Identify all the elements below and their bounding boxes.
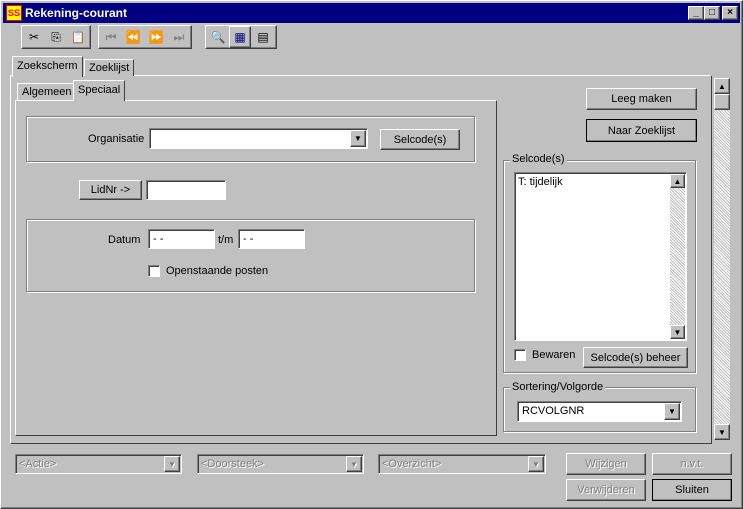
tab-algemeen-label: Algemeen	[22, 86, 72, 98]
openstaande-label: Openstaande posten	[166, 265, 269, 277]
sortering-group-label: Sortering/Volgorde	[510, 381, 606, 393]
selcode-beheer-button[interactable]: Selcode(s) beheer	[583, 347, 688, 368]
bewaren-checkbox[interactable]	[514, 349, 526, 361]
scroll-down-icon[interactable]: ▼	[670, 325, 685, 339]
overzicht-value: <Overzicht>	[382, 458, 442, 470]
chevron-down-icon[interactable]: ▼	[528, 456, 544, 472]
cut-icon[interactable]: ✂	[23, 26, 45, 48]
selcode-button[interactable]: Selcode(s)	[380, 129, 460, 150]
scroll-up-icon[interactable]: ▲	[714, 78, 730, 94]
organisatie-label: Organisatie	[88, 133, 145, 145]
tab-zoekscherm-label: Zoekscherm	[17, 60, 78, 72]
datum-to-value: - -	[243, 233, 254, 245]
copy-icon[interactable]: ⎘	[45, 26, 67, 48]
sortering-combo[interactable]: RCVOLGNR ▼	[517, 401, 682, 422]
wijzigen-button[interactable]: Wijzigen	[566, 453, 646, 475]
overzicht-combo[interactable]: <Overzicht> ▼	[378, 454, 546, 474]
app-icon: SS	[6, 5, 22, 21]
minimize-button[interactable]: _	[688, 6, 704, 20]
first-record-icon[interactable]: ⏮	[100, 26, 122, 48]
sluiten-button[interactable]: Sluiten	[652, 479, 732, 501]
maximize-button[interactable]: □	[704, 6, 720, 20]
naar-zoeklijst-button[interactable]: Naar Zoeklijst	[586, 119, 697, 142]
actie-combo[interactable]: <Actie> ▼	[15, 454, 182, 474]
form-view-icon[interactable]: ▤	[252, 26, 274, 48]
selcodes-listbox[interactable]: T: tijdelijk ▲ ▼	[514, 172, 687, 341]
chevron-down-icon[interactable]: ▼	[346, 456, 362, 472]
previous-record-icon[interactable]: ⏪	[122, 26, 144, 48]
organisatie-combo[interactable]: ▼	[149, 128, 368, 149]
search-icon[interactable]: 🔍	[207, 26, 229, 48]
doorsteek-value: <Doorsteek>	[201, 458, 264, 470]
grid-view-icon[interactable]: ▦	[229, 26, 251, 48]
doorsteek-combo[interactable]: <Doorsteek> ▼	[197, 454, 364, 474]
datum-to-input[interactable]: - -	[238, 229, 305, 249]
title-bar[interactable]: SS Rekening-courant _ □ ×	[3, 3, 740, 23]
lidnr-button[interactable]: LidNr ->	[79, 180, 142, 200]
tab-zoeklijst[interactable]: Zoeklijst	[84, 59, 135, 76]
chevron-down-icon[interactable]: ▼	[164, 456, 180, 472]
datum-from-input[interactable]: - -	[148, 229, 215, 249]
datum-tm-label: t/m	[218, 234, 234, 246]
scroll-thumb[interactable]	[714, 94, 730, 110]
datum-from-value: - -	[153, 233, 164, 245]
next-record-icon[interactable]: ⏩	[145, 26, 167, 48]
nvt-button[interactable]: n.v.t.	[652, 453, 732, 475]
verwijderen-button[interactable]: Verwijderen	[566, 479, 646, 501]
sortering-value: RCVOLGNR	[522, 405, 585, 417]
selcodes-group-label: Selcode(s)	[510, 153, 567, 165]
datum-label: Datum	[108, 234, 141, 246]
openstaande-checkbox[interactable]	[148, 265, 160, 277]
tab-speciaal[interactable]: Speciaal	[73, 80, 126, 101]
scroll-down-icon[interactable]: ▼	[714, 424, 730, 440]
tab-speciaal-label: Speciaal	[78, 84, 121, 96]
chevron-down-icon[interactable]: ▼	[350, 130, 366, 147]
tab-algemeen[interactable]: Algemeen	[17, 83, 77, 100]
chevron-down-icon[interactable]: ▼	[664, 403, 680, 420]
close-button[interactable]: ×	[722, 6, 738, 20]
selcodes-scrollbar[interactable]	[670, 174, 685, 339]
last-record-icon[interactable]: ⏭	[168, 26, 190, 48]
paste-icon[interactable]: 📋	[67, 26, 89, 48]
tab-zoeklijst-label: Zoeklijst	[89, 62, 130, 74]
leeg-maken-button[interactable]: Leeg maken	[586, 88, 697, 110]
main-scrollbar[interactable]	[714, 78, 730, 440]
actie-value: <Actie>	[19, 458, 57, 470]
scroll-up-icon[interactable]: ▲	[670, 174, 685, 188]
window-title: Rekening-courant	[25, 6, 128, 20]
tab-zoekscherm[interactable]: Zoekscherm	[12, 56, 83, 77]
bewaren-label: Bewaren	[532, 349, 576, 361]
lidnr-input[interactable]	[146, 180, 226, 200]
list-item[interactable]: T: tijdelijk	[518, 176, 563, 188]
